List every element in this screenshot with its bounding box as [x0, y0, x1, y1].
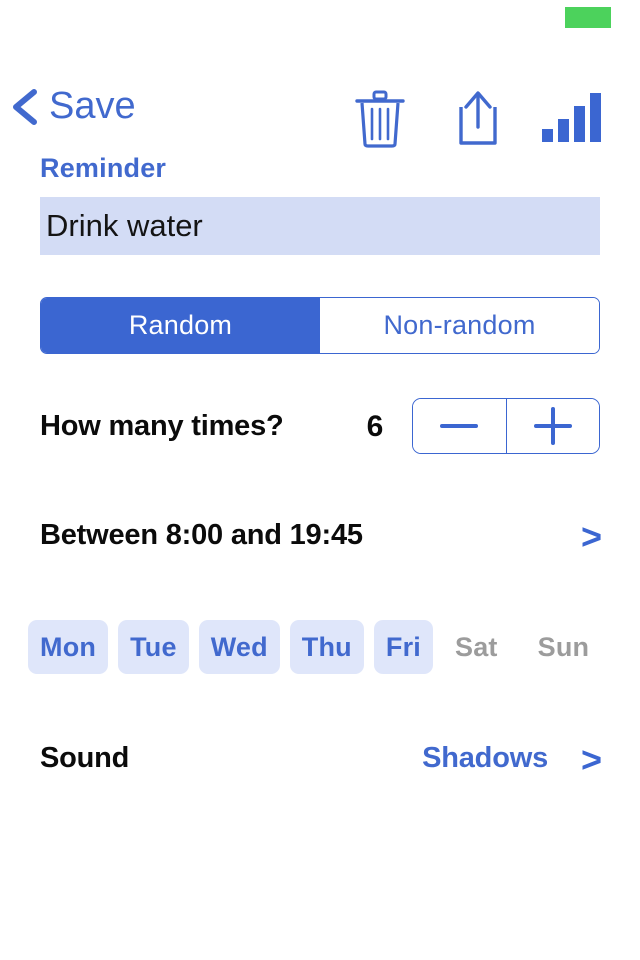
time-range-label: Between 8:00 and 19:45 [40, 519, 363, 551]
times-count-row: How many times? 6 [0, 398, 640, 458]
randomness-segmented-control[interactable]: Random Non-random [40, 297, 600, 354]
increment-button[interactable] [505, 399, 599, 453]
day-sun[interactable]: Sun [526, 620, 602, 674]
plus-icon [530, 403, 576, 449]
reminder-editor-screen: Save Reminder Drink water Random Non-ran… [0, 0, 640, 960]
day-thu[interactable]: Thu [289, 620, 364, 674]
sound-label: Sound [40, 742, 130, 774]
time-range-row[interactable]: Between 8:00 and 19:45 > [0, 507, 640, 567]
decrement-button[interactable] [413, 399, 506, 453]
day-mon[interactable]: Mon [28, 620, 109, 674]
day-sat[interactable]: Sat [443, 620, 510, 674]
navigation-bar: Save [0, 40, 640, 148]
save-button-label: Save [49, 85, 136, 127]
battery-indicator [565, 7, 611, 28]
segment-non-random[interactable]: Non-random [320, 298, 599, 353]
reminder-input[interactable] [40, 197, 600, 255]
day-wed[interactable]: Wed [198, 620, 280, 674]
sound-value: Shadows [422, 742, 548, 774]
chevron-right-icon[interactable]: > [581, 517, 602, 557]
day-fri[interactable]: Fri [373, 620, 433, 674]
chevron-right-icon[interactable]: > [581, 740, 602, 780]
segment-random[interactable]: Random [41, 298, 320, 353]
chevron-left-icon [10, 89, 40, 125]
form-content: Reminder Random Non-random How many time… [0, 125, 640, 960]
save-back-button[interactable]: Save [10, 85, 136, 127]
times-count-stepper[interactable] [412, 398, 600, 454]
weekday-selector: Mon Tue Wed Thu Fri Sat Sun [28, 618, 618, 676]
sound-row[interactable]: Sound Shadows > [0, 730, 640, 790]
reminder-label: Reminder [40, 153, 167, 183]
status-bar [0, 0, 640, 40]
times-count-value: 6 [366, 410, 384, 443]
times-count-label: How many times? [40, 410, 284, 442]
day-tue[interactable]: Tue [118, 620, 189, 674]
minus-icon [436, 411, 482, 441]
